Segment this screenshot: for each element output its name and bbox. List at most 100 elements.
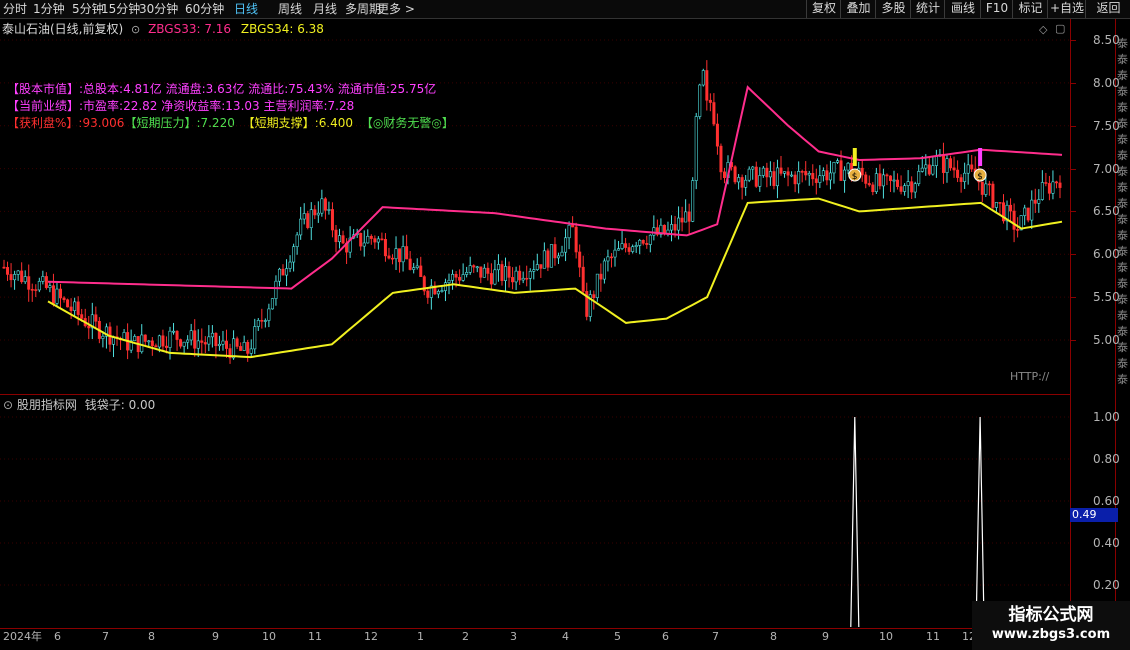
candle-body: [843, 169, 847, 181]
candle-body: [150, 340, 154, 346]
candle-body: [34, 289, 38, 291]
candle-body: [147, 340, 151, 343]
diamond-icon[interactable]: ◇: [1039, 24, 1047, 36]
candle-body: [662, 224, 666, 235]
money-bag-signal-icon: [973, 168, 987, 182]
toolbar-button-0[interactable]: 复权: [806, 0, 841, 18]
toolbar-button-2[interactable]: 多股: [875, 0, 911, 18]
candle-body: [574, 226, 578, 253]
stock-title[interactable]: 泰山石油(日线,前复权): [2, 22, 123, 36]
candle-body: [772, 171, 776, 187]
candle-body: [412, 267, 416, 270]
price-tick-label: 5.50: [1093, 290, 1120, 305]
candle-body: [888, 175, 892, 181]
timeframe-tab-4[interactable]: 30分钟: [139, 1, 178, 17]
time-axis-label: 12: [364, 630, 378, 643]
site-watermark: 指标公式网 www.zbgs3.com: [972, 601, 1130, 650]
candle-body: [196, 340, 200, 349]
candle-body: [239, 346, 243, 351]
candle-body: [97, 320, 101, 339]
candle-body: [525, 277, 529, 280]
timeframe-tab-0[interactable]: 分时: [3, 1, 27, 17]
price-tick-mark: [1071, 40, 1076, 41]
candle-body: [670, 224, 674, 231]
candle-body: [108, 326, 112, 345]
timeframe-tab-6[interactable]: 日线: [234, 1, 258, 17]
chevron-down-icon[interactable]: ⊙: [131, 23, 140, 36]
candle-body: [320, 198, 324, 214]
candle-body: [436, 291, 440, 295]
candle-body: [783, 171, 787, 174]
candle-body: [811, 173, 815, 180]
candle-body: [694, 116, 698, 181]
candle-body: [549, 244, 553, 268]
candle-body: [1033, 199, 1037, 204]
candle-body: [472, 265, 476, 268]
toolbar-button-4[interactable]: 画线: [944, 0, 981, 18]
candle-body: [807, 173, 811, 176]
candle-body: [154, 345, 158, 348]
candle-body: [1051, 181, 1055, 194]
toolbar-button-7[interactable]: +自选: [1047, 0, 1086, 18]
candle-body: [765, 167, 769, 178]
candle-body: [193, 330, 197, 349]
candle-body: [80, 314, 84, 319]
timeframe-tab-5[interactable]: 60分钟: [185, 1, 224, 17]
indicator-tick-label: 0.20: [1093, 578, 1120, 592]
candle-body: [606, 256, 610, 262]
timeframe-tab-8[interactable]: 月线: [313, 1, 337, 17]
candle-body: [708, 99, 712, 103]
zbgs34-value: ZBGS34: 6.38: [240, 22, 324, 36]
timeframe-tab-10[interactable]: 更多 >: [377, 1, 415, 17]
candle-body: [790, 174, 794, 177]
candle-body: [814, 178, 818, 183]
indicator-source[interactable]: 股朋指标网: [17, 398, 77, 412]
timeframe-tab-9[interactable]: 多周期: [345, 1, 381, 17]
candle-body: [285, 268, 289, 276]
price-tick-label: 8.50: [1093, 33, 1120, 47]
candle-body: [309, 209, 313, 228]
candle-body: [16, 270, 20, 275]
candle-body: [595, 273, 599, 299]
timeframe-tab-1[interactable]: 1分钟: [33, 1, 65, 17]
candle-body: [133, 336, 137, 342]
candle-body: [451, 273, 455, 281]
collapse-icon[interactable]: ⊙: [3, 398, 13, 412]
time-axis-label: 11: [308, 630, 322, 643]
candle-body: [853, 171, 857, 175]
candle-body: [560, 251, 564, 257]
candle-body: [380, 238, 384, 241]
candle-body: [66, 299, 70, 308]
candle-body: [740, 177, 744, 188]
candle-body: [885, 174, 889, 177]
candle-body: [631, 246, 635, 252]
candle-body: [504, 266, 508, 281]
share-capital-values: 总股本:4.81亿 流通盘:3.63亿 流通比:75.43% 流通市值:25.7…: [83, 82, 437, 96]
time-axis-label: 7: [102, 630, 109, 643]
toolbar-button-3[interactable]: 统计: [910, 0, 945, 18]
candle-body: [832, 162, 836, 174]
candle-body: [352, 234, 356, 239]
toolbar-button-1[interactable]: 叠加: [840, 0, 876, 18]
candle-body: [1030, 199, 1034, 221]
candle-body: [69, 306, 73, 311]
timeframe-tab-2[interactable]: 5分钟: [72, 1, 104, 17]
candle-body: [232, 338, 236, 359]
candle-body: [952, 167, 956, 171]
toolbar-button-6[interactable]: 标记: [1012, 0, 1048, 18]
toolbar-button-5[interactable]: F10: [980, 0, 1013, 18]
window-icon[interactable]: ▢: [1055, 23, 1065, 35]
indicator-tick-label: 0.40: [1093, 536, 1120, 550]
toolbar-button-8[interactable]: 返回: [1085, 0, 1130, 18]
candle-body: [313, 209, 317, 216]
candle-body: [115, 336, 119, 339]
candle-body: [927, 164, 931, 175]
timeframe-tab-3[interactable]: 15分钟: [101, 1, 140, 17]
candle-body: [429, 285, 433, 298]
timeframe-tab-7[interactable]: 周线: [278, 1, 302, 17]
candle-body: [634, 245, 638, 247]
candle-body: [938, 154, 942, 157]
candle-body: [931, 165, 935, 175]
candle-body: [383, 239, 387, 257]
candle-body: [200, 340, 204, 343]
